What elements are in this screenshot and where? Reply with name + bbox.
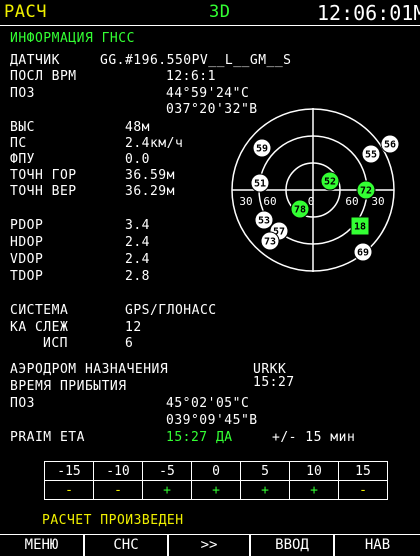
- skyplot-ring-label: 60: [263, 195, 276, 208]
- skyplot: 30 60 0 60 30 59555651 5272785357731869: [231, 108, 400, 272]
- satellite-id: 78: [294, 205, 306, 216]
- satellite-id: 59: [256, 144, 268, 155]
- satellite-id: 52: [324, 177, 336, 188]
- skyplot-ring-label: 30: [239, 195, 252, 208]
- satellite-id: 72: [360, 186, 372, 197]
- satellite-id: 56: [384, 140, 396, 151]
- satellite-id: 55: [365, 150, 377, 161]
- softkey-enter[interactable]: ВВОД: [251, 535, 333, 556]
- softkey-sns[interactable]: СНС: [85, 535, 167, 556]
- satellite-id: 69: [357, 248, 369, 259]
- satellite-id: 53: [258, 216, 270, 227]
- skyplot-ring-label: 60: [345, 195, 358, 208]
- satellite-id: 18: [354, 222, 366, 233]
- satellite-id: 73: [264, 237, 276, 248]
- softkey-nav[interactable]: НАВ: [335, 535, 420, 556]
- softkey-menu[interactable]: МЕНЮ: [0, 535, 83, 556]
- satellite-id: 51: [254, 179, 266, 190]
- skyplot-ring-label: 30: [371, 195, 384, 208]
- softkey-next[interactable]: >>: [169, 535, 249, 556]
- softkey-bar: МЕНЮ СНС >> ВВОД НАВ: [0, 534, 420, 556]
